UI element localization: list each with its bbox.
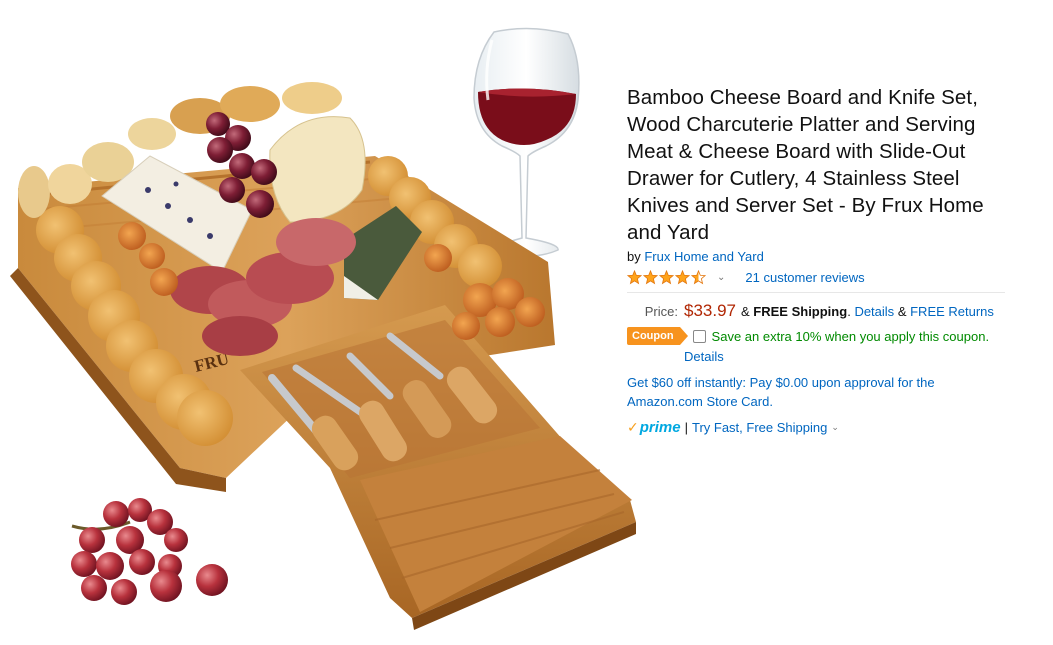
try-prime-link[interactable]: Try Fast, Free Shipping [692, 420, 827, 435]
coupon-text: Save an extra 10% when you apply this co… [711, 328, 990, 344]
prime-logo: ✓ prime [627, 419, 681, 436]
star-icon [691, 269, 706, 284]
star-icon [659, 269, 674, 284]
star-icon [627, 269, 642, 284]
star-icon [643, 269, 658, 284]
customer-reviews-link[interactable]: 21 customer reviews [745, 270, 864, 285]
store-card-promo-link[interactable]: Get $60 off instantly: Pay $0.00 upon ap… [627, 375, 935, 409]
divider [627, 292, 1005, 293]
price-label: Price: [644, 304, 678, 319]
ampersand: & [741, 304, 750, 319]
store-card-promo: Get $60 off instantly: Pay $0.00 upon ap… [627, 373, 967, 411]
shipping-details-link[interactable]: Details [854, 304, 894, 319]
coupon-badge: Coupon [627, 327, 688, 345]
chevron-down-icon[interactable]: ⌄ [831, 422, 839, 433]
rating-row: ⌄ 21 customer reviews [627, 267, 1007, 287]
star-icon [675, 269, 690, 284]
separator: | [684, 420, 688, 435]
brand-link[interactable]: Frux Home and Yard [644, 249, 763, 264]
coupon-row: Coupon Save an extra 10% when you apply … [627, 327, 1007, 345]
cheese-board-illustration: FRU [10, 27, 636, 630]
free-returns-link[interactable]: FREE Returns [910, 304, 994, 319]
prime-row: ✓ prime | Try Fast, Free Shipping ⌄ [627, 419, 1007, 436]
byline: by Frux Home and Yard [627, 248, 1007, 265]
price-row: Price: $33.97 & FREE Shipping. Details &… [627, 301, 1007, 321]
wine-glass [473, 27, 580, 258]
price-value: $33.97 [684, 301, 736, 320]
period: . [847, 304, 851, 319]
product-image[interactable]: FRU [0, 0, 640, 645]
prime-logo-text: prime [639, 419, 681, 436]
product-info-panel: Bamboo Cheese Board and Knife Set, Wood … [627, 84, 1007, 436]
grape-bunch [71, 498, 228, 605]
ampersand: & [897, 304, 907, 319]
product-title: Bamboo Cheese Board and Knife Set, Wood … [627, 86, 984, 244]
chevron-down-icon[interactable]: ⌄ [717, 272, 725, 283]
coupon-checkbox[interactable] [692, 329, 706, 343]
star-rating[interactable] [627, 269, 707, 285]
free-shipping-label: FREE Shipping [753, 304, 848, 319]
coupon-details-link[interactable]: Details [684, 349, 724, 364]
prime-check-icon: ✓ [627, 419, 639, 435]
by-label: by [627, 249, 641, 264]
